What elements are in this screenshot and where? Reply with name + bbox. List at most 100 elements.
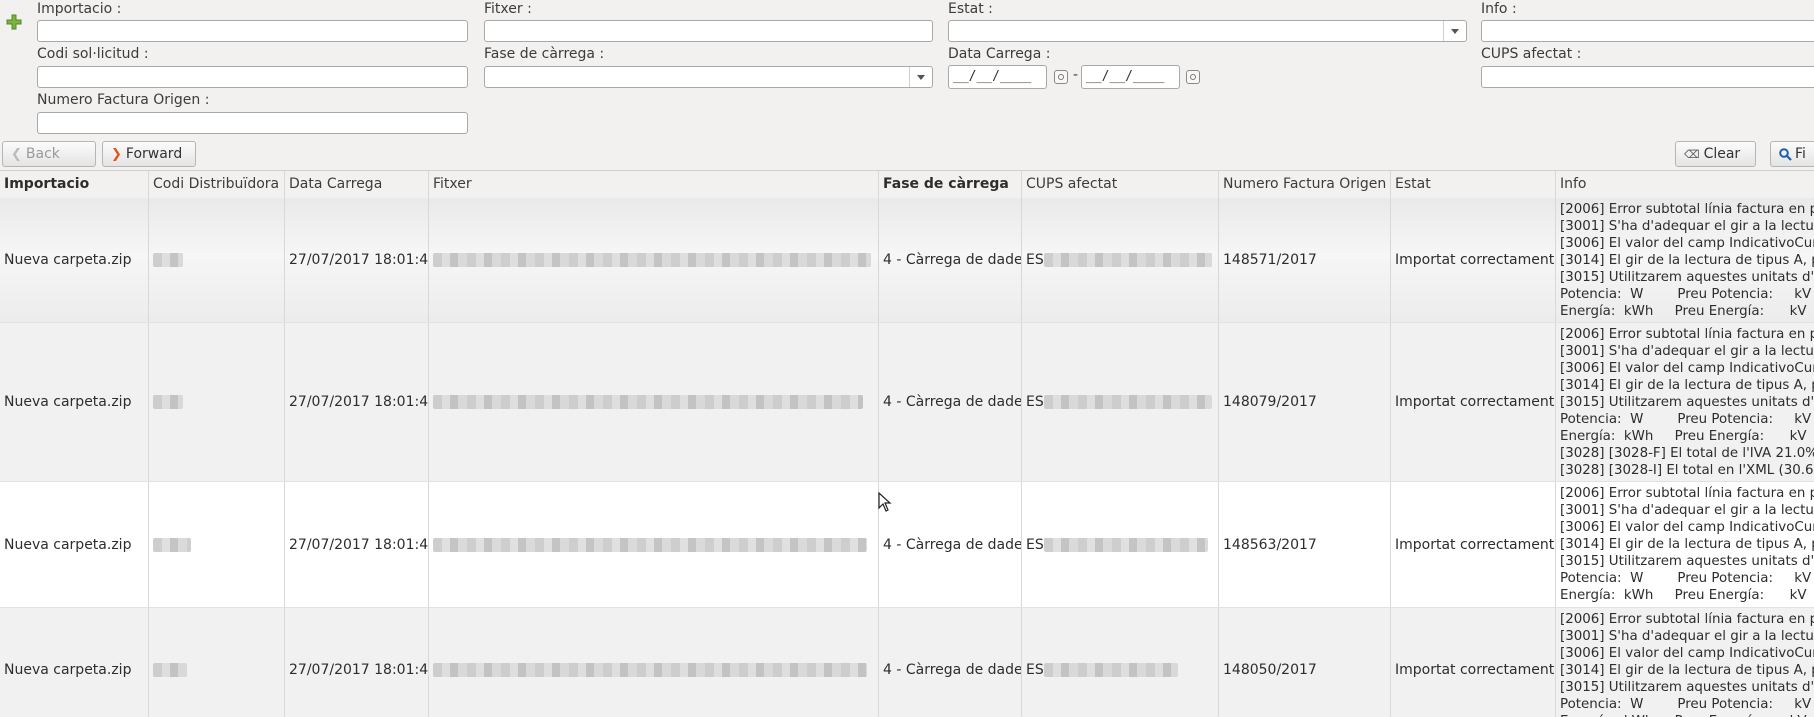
back-button[interactable]: ❮ Back xyxy=(2,141,96,167)
cups-input[interactable] xyxy=(1481,66,1814,88)
codi-label: Codi sol·licitud : xyxy=(37,46,149,62)
info-line: [3001] S'ha d'adequar el gir a la lectur xyxy=(1560,629,1814,644)
redacted-value xyxy=(1043,253,1212,267)
add-icon[interactable] xyxy=(6,14,22,30)
redacted-value xyxy=(433,253,871,267)
info-line: [3015] Utilitzarem aquestes unitats d' xyxy=(1560,270,1814,285)
info-line: Energía: kWh Preu Energía: kV xyxy=(1560,713,1814,717)
info-line: [3014] El gir de la lectura de tipus A, … xyxy=(1560,663,1814,678)
column-codi-distribuidora[interactable]: Codi Distribuïdora xyxy=(149,171,285,198)
cell-fitxer xyxy=(429,323,879,481)
cell-numero-factura: 148563/2017 xyxy=(1219,482,1391,607)
info-line: Energía: kWh Preu Energía: kV xyxy=(1560,304,1807,319)
cell-estat: Importat correctament xyxy=(1391,323,1556,481)
cell-data-carrega-text: 27/07/2017 18:01:47 xyxy=(289,662,429,678)
redacted-value xyxy=(153,395,183,409)
info-line: [3015] Utilitzarem aquestes unitats d' xyxy=(1560,395,1814,410)
cell-data-carrega-text: 27/07/2017 18:01:48 xyxy=(289,252,429,268)
cell-estat: Importat correctament xyxy=(1391,198,1556,322)
cell-fase-carrega: 4 - Càrrega de dades xyxy=(879,608,1022,717)
importacio-input[interactable] xyxy=(37,20,468,42)
redacted-value xyxy=(153,537,191,552)
cell-numero-factura-text: 148050/2017 xyxy=(1223,662,1317,678)
cell-importacio-text: Nueva carpeta.zip xyxy=(4,394,132,410)
cell-cups-afectat: ES xyxy=(1022,198,1219,322)
cell-fase-carrega: 4 - Càrrega de dades xyxy=(879,198,1022,322)
cell-fase-carrega: 4 - Càrrega de dades xyxy=(879,482,1022,607)
cell-fase-carrega-text: 4 - Càrrega de dades xyxy=(883,536,1022,553)
info-line: [3001] S'ha d'adequar el gir a la lectur xyxy=(1560,219,1814,234)
cell-fitxer xyxy=(429,198,879,322)
cell-info: [2006] Error subtotal línia factura en p… xyxy=(1556,323,1814,481)
cell-data-carrega: 27/07/2017 18:01:48 xyxy=(285,198,429,322)
cell-fase-carrega-text: 4 - Càrrega de dades xyxy=(883,662,1022,678)
cell-fase-carrega: 4 - Càrrega de dades xyxy=(879,323,1022,481)
cell-numero-factura-text: 148079/2017 xyxy=(1223,394,1317,410)
column-info[interactable]: Info xyxy=(1556,171,1814,198)
cell-info: [2006] Error subtotal línia factura en p… xyxy=(1556,608,1814,717)
table-row[interactable]: Nueva carpeta.zip 27/07/2017 18:01:48 4 - … xyxy=(0,323,1814,482)
cell-importacio: Nueva carpeta.zip xyxy=(0,482,149,607)
redacted-value xyxy=(1043,395,1212,409)
cell-estat-text: Importat correctament xyxy=(1395,252,1555,268)
cell-data-carrega: 27/07/2017 18:01:47 xyxy=(285,482,429,607)
calendar-icon[interactable] xyxy=(1054,70,1068,84)
info-line: [3015] Utilitzarem aquestes unitats d' xyxy=(1560,554,1814,569)
codi-input[interactable] xyxy=(37,66,468,88)
cell-codi-distribuidora xyxy=(149,608,285,717)
find-button[interactable]: Fi xyxy=(1770,141,1814,167)
forward-label: Forward xyxy=(125,146,183,162)
cell-estat-text: Importat correctament xyxy=(1395,394,1555,410)
mouse-cursor-icon xyxy=(878,491,892,516)
cell-info: [2006] Error subtotal línia factura en p… xyxy=(1556,482,1814,607)
cell-cups-afectat-text: ES xyxy=(1026,394,1044,410)
fitxer-input[interactable] xyxy=(484,20,933,42)
table-row[interactable]: Nueva carpeta.zip 27/07/2017 18:01:47 4 - … xyxy=(0,482,1814,608)
cell-data-carrega: 27/07/2017 18:01:48 xyxy=(285,323,429,481)
numero-factura-input[interactable] xyxy=(37,112,468,134)
info-line: [3006] El valor del camp IndicativoCur xyxy=(1560,520,1814,535)
cell-importacio: Nueva carpeta.zip xyxy=(0,323,149,481)
cell-cups-afectat: ES xyxy=(1022,323,1219,481)
info-line: [3006] El valor del camp IndicativoCur xyxy=(1560,361,1814,376)
redacted-value xyxy=(1043,537,1208,552)
search-icon xyxy=(1779,148,1792,161)
column-importacio[interactable]: Importacio xyxy=(0,171,149,198)
date-separator: - xyxy=(1073,67,1079,83)
table-row[interactable]: Nueva carpeta.zip 27/07/2017 18:01:48 4 - … xyxy=(0,198,1814,323)
estat-label: Estat : xyxy=(948,1,993,17)
cell-numero-factura-text: 148571/2017 xyxy=(1223,252,1317,268)
cell-estat-text: Importat correctament xyxy=(1395,662,1555,678)
fase-select[interactable] xyxy=(484,66,933,88)
cell-estat-text: Importat correctament xyxy=(1395,536,1555,553)
info-line: [2006] Error subtotal línia factura en p xyxy=(1560,327,1814,342)
chevron-left-icon: ❮ xyxy=(11,146,22,162)
estat-select[interactable] xyxy=(948,20,1467,42)
date-to-input[interactable]: __/__/____ xyxy=(1081,65,1180,89)
column-estat[interactable]: Estat xyxy=(1391,171,1556,198)
table-row[interactable]: Nueva carpeta.zip 27/07/2017 18:01:47 4 - … xyxy=(0,608,1814,717)
cell-cups-afectat-text: ES xyxy=(1026,252,1044,268)
column-fitxer[interactable]: Fitxer xyxy=(429,171,879,198)
info-line: [3006] El valor del camp IndicativoCur xyxy=(1560,236,1814,251)
numero-factura-label: Numero Factura Origen : xyxy=(37,92,210,108)
info-input[interactable] xyxy=(1481,20,1814,42)
clear-label: Clear xyxy=(1703,146,1741,162)
cell-importacio-text: Nueva carpeta.zip xyxy=(4,252,132,268)
info-line: Potencia: W Preu Potencia: kV xyxy=(1560,571,1812,586)
column-fase-carrega[interactable]: Fase de càrrega xyxy=(879,171,1022,198)
column-data-carrega[interactable]: Data Carrega xyxy=(285,171,429,198)
redacted-value xyxy=(433,395,863,409)
cell-estat: Importat correctament xyxy=(1391,608,1556,717)
info-line: [3014] El gir de la lectura de tipus A, … xyxy=(1560,378,1814,393)
column-numero-factura[interactable]: Numero Factura Origen xyxy=(1219,171,1391,198)
column-cups-afectat[interactable]: CUPS afectat xyxy=(1022,171,1219,198)
date-from-input[interactable]: __/__/____ xyxy=(948,65,1047,89)
info-line: [3006] El valor del camp IndicativoCur xyxy=(1560,646,1814,661)
table-header: Importacio Codi Distribuïdora Data Carre… xyxy=(0,171,1814,199)
cell-codi-distribuidora xyxy=(149,323,285,481)
forward-button[interactable]: ❯ Forward xyxy=(102,141,196,167)
cell-numero-factura: 148079/2017 xyxy=(1219,323,1391,481)
calendar-icon[interactable] xyxy=(1186,70,1200,84)
clear-button[interactable]: ⌫ Clear xyxy=(1675,141,1756,167)
